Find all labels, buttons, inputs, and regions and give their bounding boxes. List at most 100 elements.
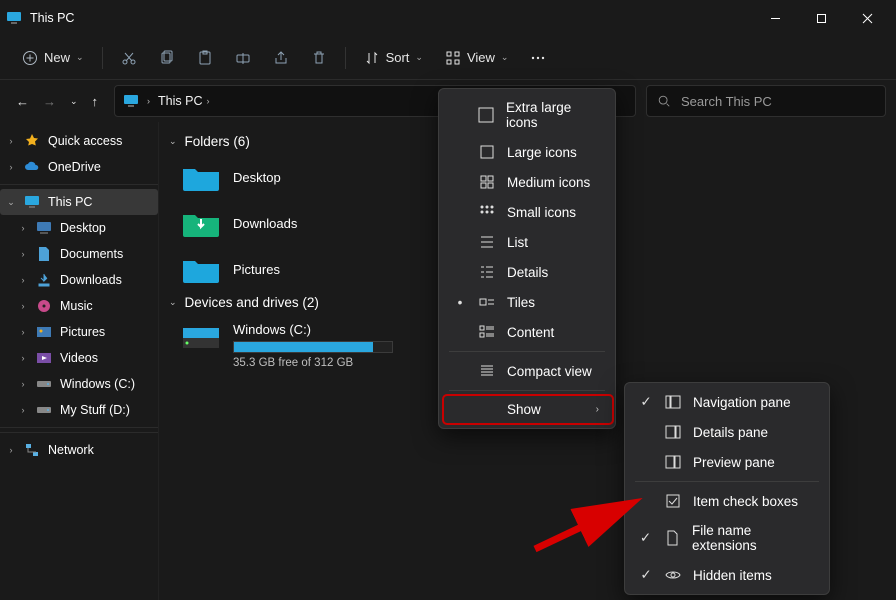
minimize-button[interactable] [752,2,798,34]
rename-button[interactable] [225,44,261,72]
forward-button[interactable]: → [43,94,56,109]
show-option-item-check-boxes[interactable]: Item check boxes [629,486,825,516]
view-option-small-icons[interactable]: Small icons [443,197,613,227]
expand-chevron-icon[interactable]: › [18,275,28,285]
expand-chevron-icon[interactable]: › [18,353,28,363]
breadcrumb-label: This PC [158,94,202,108]
menu-item-label: Item check boxes [693,494,798,509]
pc-icon [123,93,139,109]
plus-circle-icon [22,50,38,66]
sidebar-item-network[interactable]: › Network [0,437,158,463]
nav-icon [665,394,681,410]
chevron-right-icon[interactable]: › [147,96,150,106]
folder-icon [181,161,221,193]
expand-chevron-icon[interactable]: › [18,249,28,259]
show-option-file-name-extensions[interactable]: ✓ File name extensions [629,516,825,560]
search-placeholder: Search This PC [681,94,772,109]
recent-button[interactable]: ⌄ [70,96,78,107]
expand-chevron-icon[interactable]: › [6,162,16,172]
layout-icon [479,204,495,220]
show-option-navigation-pane[interactable]: ✓ Navigation pane [629,387,825,417]
app-icon [6,10,22,26]
view-option-details[interactable]: Details [443,257,613,287]
show-option-details-pane[interactable]: Details pane [629,417,825,447]
view-option-tiles[interactable]: • Tiles [443,287,613,317]
sidebar-item-downloads[interactable]: › Downloads [0,267,158,293]
chevron-down-icon: ⌄ [415,52,423,63]
desktop-icon [36,220,52,236]
view-option-extra-large-icons[interactable]: Extra large icons [443,93,613,137]
view-option-list[interactable]: List [443,227,613,257]
more-button[interactable] [520,44,556,72]
sort-button[interactable]: Sort ⌄ [354,44,433,72]
view-button[interactable]: View ⌄ [435,44,519,72]
sidebar-item-music[interactable]: › Music [0,293,158,319]
copy-button[interactable] [149,44,185,72]
copy-icon [159,50,175,66]
menu-item-label: Navigation pane [693,395,791,410]
sidebar-item-my-stuff-d-[interactable]: › My Stuff (D:) [0,397,158,423]
cut-button[interactable] [111,44,147,72]
expand-chevron-icon[interactable]: › [6,136,16,146]
sidebar-item-label: Videos [60,351,98,365]
back-button[interactable]: ← [16,94,29,109]
sidebar-item-quick-access[interactable]: › Quick access [0,128,158,154]
menu-item-label: Medium icons [507,175,590,190]
bullet-icon: • [453,295,467,310]
window-controls [752,2,890,34]
paste-icon [197,50,213,66]
ellipsis-icon [530,50,546,66]
expand-chevron-icon[interactable]: › [6,445,16,455]
separator [0,184,158,185]
menu-item-label: Hidden items [693,568,772,583]
sidebar-item-windows-c-[interactable]: › Windows (C:) [0,371,158,397]
menu-item-label: Preview pane [693,455,775,470]
sidebar-item-videos[interactable]: › Videos [0,345,158,371]
sidebar-item-label: Pictures [60,325,105,339]
show-option-preview-pane[interactable]: Preview pane [629,447,825,477]
share-button[interactable] [263,44,299,72]
sidebar-item-this-pc[interactable]: ⌄ This PC [0,189,158,215]
window-title: This PC [30,11,74,25]
details-icon [665,424,681,440]
sidebar-item-desktop[interactable]: › Desktop [0,215,158,241]
search-input[interactable]: Search This PC [646,85,886,117]
menu-item-label: Details [507,265,548,280]
expand-chevron-icon[interactable]: ⌄ [6,197,16,208]
view-option-medium-icons[interactable]: Medium icons [443,167,613,197]
sidebar-item-onedrive[interactable]: › OneDrive [0,154,158,180]
sidebar-item-label: Quick access [48,134,122,148]
expand-chevron-icon[interactable]: › [18,301,28,311]
group-label: Devices and drives (2) [185,295,319,310]
breadcrumb[interactable]: This PC › [158,94,209,108]
file-icon [664,530,680,546]
sidebar-item-pictures[interactable]: › Pictures [0,319,158,345]
sidebar-item-label: Desktop [60,221,106,235]
paste-button[interactable] [187,44,223,72]
expand-chevron-icon[interactable]: › [18,327,28,337]
expand-chevron-icon[interactable]: › [18,223,28,233]
maximize-button[interactable] [798,2,844,34]
close-button[interactable] [844,2,890,34]
network-icon [24,442,40,458]
expand-chevron-icon[interactable]: › [18,405,28,415]
delete-button[interactable] [301,44,337,72]
show-option-hidden-items[interactable]: ✓ Hidden items [629,560,825,590]
checkbox-icon [665,493,681,509]
drive-icon [36,376,52,392]
chevron-right-icon[interactable]: › [207,96,210,106]
view-menu: Extra large icons Large icons Medium ico… [438,88,616,429]
drive-icon [36,402,52,418]
view-option-content[interactable]: Content [443,317,613,347]
up-button[interactable]: ↑ [92,94,99,109]
expand-chevron-icon[interactable]: › [18,379,28,389]
compact-view-toggle[interactable]: Compact view [443,356,613,386]
separator [449,390,605,391]
sidebar-item-documents[interactable]: › Documents [0,241,158,267]
view-option-large-icons[interactable]: Large icons [443,137,613,167]
new-button[interactable]: New ⌄ [12,44,94,72]
chevron-right-icon: › [596,404,599,415]
check-icon: ✓ [639,530,652,546]
show-submenu-trigger[interactable]: Show › [443,395,613,424]
drive-sub-label: 35.3 GB free of 312 GB [233,357,393,369]
